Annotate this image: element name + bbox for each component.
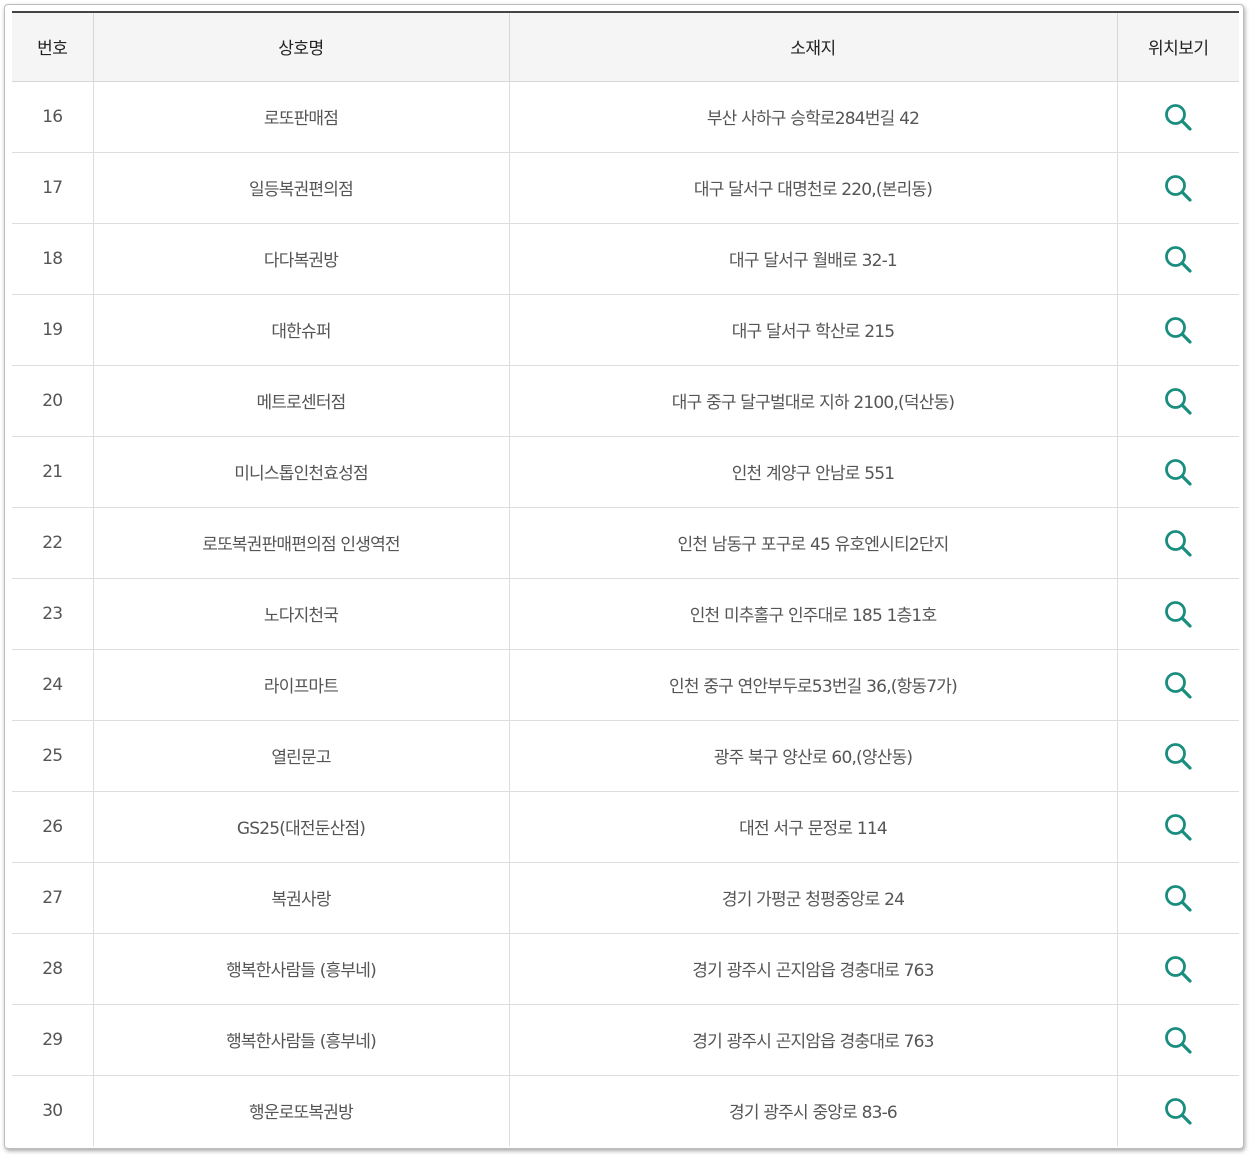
header-address: 소재지: [508, 12, 1117, 82]
table-row: 16 로또판매점 부산 사하구 승학로284번길 42: [12, 81, 1239, 153]
search-icon[interactable]: [1162, 456, 1194, 488]
row-store-name: 행복한사람들 (흥부네): [92, 933, 509, 1005]
search-icon[interactable]: [1162, 385, 1194, 417]
row-store-name: 일등복권편의점: [92, 152, 509, 224]
search-icon[interactable]: [1162, 953, 1194, 985]
row-address: 경기 광주시 곤지암읍 경충대로 763: [508, 1004, 1117, 1076]
row-number: 23: [12, 578, 93, 650]
row-view-cell: [1116, 649, 1239, 721]
lottery-store-table: 번호 상호명 소재지 위치보기 16 로또판매점 부산 사하구 승학로284번길…: [12, 11, 1239, 1146]
table-row: 23 노다지천국 인천 미추홀구 인주대로 185 1층1호: [12, 578, 1239, 650]
row-number: 16: [12, 81, 93, 153]
row-number: 22: [12, 507, 93, 579]
row-view-cell: [1116, 436, 1239, 508]
row-address: 인천 계양구 안남로 551: [508, 436, 1117, 508]
table-row: 17 일등복권편의점 대구 달서구 대명천로 220,(본리동): [12, 152, 1239, 224]
row-number: 18: [12, 223, 93, 295]
search-icon[interactable]: [1162, 172, 1194, 204]
row-store-name: GS25(대전둔산점): [92, 791, 509, 863]
search-icon[interactable]: [1162, 243, 1194, 275]
search-icon[interactable]: [1162, 527, 1194, 559]
row-view-cell: [1116, 578, 1239, 650]
row-view-cell: [1116, 223, 1239, 295]
table-row: 18 다다복권방 대구 달서구 월배로 32-1: [12, 223, 1239, 295]
screenshot-frame: 번호 상호명 소재지 위치보기 16 로또판매점 부산 사하구 승학로284번길…: [4, 4, 1244, 1149]
row-address: 광주 북구 양산로 60,(양산동): [508, 720, 1117, 792]
row-view-cell: [1116, 862, 1239, 934]
header-row: 번호 상호명 소재지 위치보기: [12, 12, 1239, 82]
row-view-cell: [1116, 294, 1239, 366]
row-number: 21: [12, 436, 93, 508]
row-address: 경기 광주시 곤지암읍 경충대로 763: [508, 933, 1117, 1005]
table-row: 21 미니스톱인천효성점 인천 계양구 안남로 551: [12, 436, 1239, 508]
row-view-cell: [1116, 81, 1239, 153]
header-store-name: 상호명: [92, 12, 509, 82]
search-icon[interactable]: [1162, 1095, 1194, 1127]
row-view-cell: [1116, 507, 1239, 579]
search-icon[interactable]: [1162, 669, 1194, 701]
row-address: 경기 가평군 청평중앙로 24: [508, 862, 1117, 934]
search-icon[interactable]: [1162, 882, 1194, 914]
row-number: 24: [12, 649, 93, 721]
search-icon[interactable]: [1162, 101, 1194, 133]
row-number: 20: [12, 365, 93, 437]
row-address: 경기 광주시 중앙로 83-6: [508, 1075, 1117, 1146]
table-row: 30 행운로또복권방 경기 광주시 중앙로 83-6: [12, 1075, 1239, 1146]
row-number: 17: [12, 152, 93, 224]
row-number: 29: [12, 1004, 93, 1076]
row-store-name: 로또복권판매편의점 인생역전: [92, 507, 509, 579]
table-row: 26 GS25(대전둔산점) 대전 서구 문정로 114: [12, 791, 1239, 863]
row-store-name: 라이프마트: [92, 649, 509, 721]
search-icon[interactable]: [1162, 314, 1194, 346]
row-store-name: 미니스톱인천효성점: [92, 436, 509, 508]
row-store-name: 대한슈퍼: [92, 294, 509, 366]
search-icon[interactable]: [1162, 811, 1194, 843]
row-store-name: 다다복권방: [92, 223, 509, 295]
table-row: 22 로또복권판매편의점 인생역전 인천 남동구 포구로 45 유호엔시티2단지: [12, 507, 1239, 579]
row-number: 27: [12, 862, 93, 934]
row-address: 대전 서구 문정로 114: [508, 791, 1117, 863]
row-address: 인천 중구 연안부두로53번길 36,(항동7가): [508, 649, 1117, 721]
row-number: 26: [12, 791, 93, 863]
table-row: 19 대한슈퍼 대구 달서구 학산로 215: [12, 294, 1239, 366]
table-row: 28 행복한사람들 (흥부네) 경기 광주시 곤지암읍 경충대로 763: [12, 933, 1239, 1005]
row-store-name: 열린문고: [92, 720, 509, 792]
table-body: 16 로또판매점 부산 사하구 승학로284번길 42 17 일등복권편의점 대…: [12, 81, 1239, 1146]
row-store-name: 행복한사람들 (흥부네): [92, 1004, 509, 1076]
row-view-cell: [1116, 1075, 1239, 1146]
header-number: 번호: [12, 12, 93, 82]
row-address: 인천 남동구 포구로 45 유호엔시티2단지: [508, 507, 1117, 579]
search-icon[interactable]: [1162, 740, 1194, 772]
row-address: 인천 미추홀구 인주대로 185 1층1호: [508, 578, 1117, 650]
row-view-cell: [1116, 791, 1239, 863]
row-address: 대구 달서구 대명천로 220,(본리동): [508, 152, 1117, 224]
row-store-name: 복권사랑: [92, 862, 509, 934]
row-view-cell: [1116, 152, 1239, 224]
row-view-cell: [1116, 933, 1239, 1005]
row-view-cell: [1116, 1004, 1239, 1076]
row-number: 19: [12, 294, 93, 366]
row-view-cell: [1116, 365, 1239, 437]
header-view-location: 위치보기: [1116, 12, 1239, 82]
row-store-name: 노다지천국: [92, 578, 509, 650]
row-number: 30: [42, 1100, 63, 1121]
row-address: 대구 달서구 월배로 32-1: [508, 223, 1117, 295]
table-row: 29 행복한사람들 (흥부네) 경기 광주시 곤지암읍 경충대로 763: [12, 1004, 1239, 1076]
table-row: 20 메트로센터점 대구 중구 달구벌대로 지하 2100,(덕산동): [12, 365, 1239, 437]
search-icon[interactable]: [1162, 1024, 1194, 1056]
row-number: 25: [12, 720, 93, 792]
row-address: 대구 달서구 학산로 215: [508, 294, 1117, 366]
table-row: 24 라이프마트 인천 중구 연안부두로53번길 36,(항동7가): [12, 649, 1239, 721]
row-address: 대구 중구 달구벌대로 지하 2100,(덕산동): [508, 365, 1117, 437]
row-store-name: 로또판매점: [92, 81, 509, 153]
row-view-cell: [1116, 720, 1239, 792]
search-icon[interactable]: [1162, 598, 1194, 630]
row-store-name: 메트로센터점: [92, 365, 509, 437]
table-row: 25 열린문고 광주 북구 양산로 60,(양산동): [12, 720, 1239, 792]
row-address: 부산 사하구 승학로284번길 42: [508, 81, 1117, 153]
row-number: 28: [12, 933, 93, 1005]
table-row: 27 복권사랑 경기 가평군 청평중앙로 24: [12, 862, 1239, 934]
table-header: 번호 상호명 소재지 위치보기: [12, 12, 1239, 82]
row-store-name: 행운로또복권방: [92, 1075, 509, 1146]
